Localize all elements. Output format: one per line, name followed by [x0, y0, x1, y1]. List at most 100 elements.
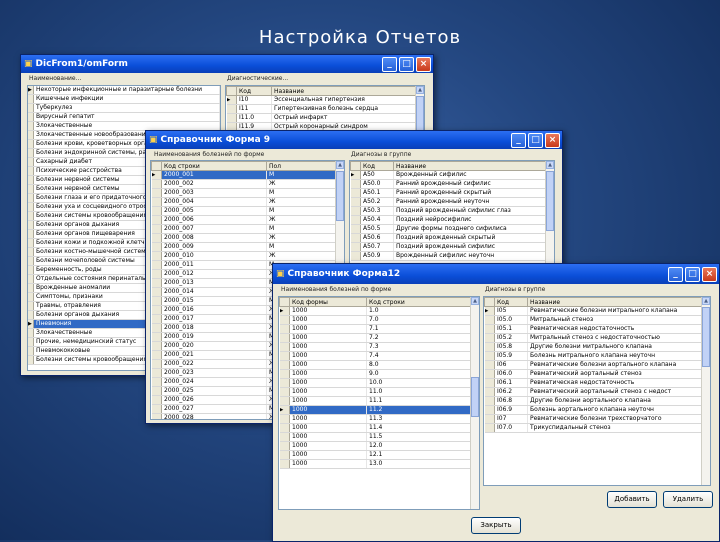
row-indicator[interactable] — [151, 350, 162, 360]
table-row[interactable]: Вирусный гепатит — [28, 112, 220, 122]
table-row[interactable]: A50.5 Другие формы позднего сифилиса — [350, 224, 554, 234]
row-indicator[interactable] — [484, 315, 495, 325]
scroll-up-icon[interactable]: ▲ — [546, 161, 554, 169]
table-row[interactable]: I05.9 Болезнь митрального клапана неуточн — [484, 351, 710, 361]
table-row[interactable]: Туберкулез — [28, 103, 220, 113]
row-indicator[interactable] — [484, 342, 495, 352]
row-indicator[interactable] — [279, 459, 290, 469]
table-row[interactable]: I11 Гипертензивная болезнь сердца — [226, 104, 424, 114]
form12-titlebar[interactable]: ▣ Справочник Форма12 _ □ × — [273, 264, 719, 284]
table-row[interactable]: 2000_006 Ж — [151, 215, 344, 225]
row-indicator[interactable] — [279, 369, 290, 379]
row-indicator[interactable] — [279, 360, 290, 370]
table-row[interactable]: I06.0 Ревматический аортальный стеноз — [484, 369, 710, 379]
row-indicator[interactable]: ▶ — [350, 170, 361, 180]
col-name-header[interactable]: Название — [393, 161, 554, 171]
col-name-header[interactable]: Название — [271, 86, 424, 96]
row-indicator[interactable] — [279, 414, 290, 424]
row-indicator[interactable] — [151, 359, 162, 369]
scroll-thumb[interactable] — [702, 307, 710, 367]
row-indicator[interactable] — [484, 414, 495, 424]
row-indicator[interactable] — [279, 333, 290, 343]
row-indicator[interactable] — [484, 351, 495, 361]
row-indicator[interactable]: ▶ — [279, 405, 290, 415]
close-icon[interactable]: × — [545, 133, 560, 148]
table-row[interactable]: 1000 11.0 — [279, 387, 479, 397]
table-row[interactable]: 1000 7.4 — [279, 351, 479, 361]
row-indicator[interactable] — [350, 188, 361, 198]
row-indicator[interactable] — [151, 314, 162, 324]
table-row[interactable]: A50.1 Ранний врожденный скрытый — [350, 188, 554, 198]
col-form-code-header[interactable]: Код формы — [289, 297, 367, 307]
vertical-scrollbar[interactable]: ▲ — [470, 297, 479, 509]
row-indicator[interactable] — [279, 432, 290, 442]
vertical-scrollbar[interactable]: ▲ — [701, 297, 710, 485]
table-row[interactable]: ▶ 2000_001 М — [151, 170, 344, 180]
row-indicator[interactable] — [350, 197, 361, 207]
left-grid[interactable]: Код формы Код строки ▶ 1000 1.0 1000 7.0 1000… — [278, 296, 480, 510]
row-indicator[interactable] — [279, 441, 290, 451]
table-row[interactable]: I05.8 Другие болезни митрального клапана — [484, 342, 710, 352]
table-row[interactable]: 1000 11.1 — [279, 396, 479, 406]
row-indicator[interactable] — [151, 251, 162, 261]
row-indicator[interactable] — [484, 387, 495, 397]
row-indicator[interactable] — [151, 377, 162, 387]
scroll-thumb[interactable] — [471, 377, 479, 417]
close-button[interactable]: Закрыть — [471, 517, 521, 534]
table-row[interactable]: 1000 7.0 — [279, 315, 479, 325]
row-indicator[interactable] — [151, 296, 162, 306]
row-indicator[interactable] — [484, 324, 495, 334]
maximize-button[interactable]: □ — [399, 57, 414, 72]
row-indicator[interactable] — [350, 179, 361, 189]
col-sex-header[interactable]: Пол — [266, 161, 344, 171]
table-row[interactable]: I06.1 Ревматическая недостаточность — [484, 378, 710, 388]
row-indicator[interactable] — [151, 197, 162, 207]
table-row[interactable]: I07.0 Трикуспидальный стеноз — [484, 423, 710, 433]
row-indicator[interactable] — [350, 251, 361, 261]
table-row[interactable]: 1000 11.4 — [279, 423, 479, 433]
minimize-button[interactable]: _ — [511, 133, 526, 148]
col-name-header[interactable]: Название — [527, 297, 710, 307]
row-indicator[interactable] — [151, 368, 162, 378]
row-indicator[interactable]: ▶ — [279, 306, 290, 316]
right-grid[interactable]: Код Название ▶ I05 Ревматические болезни м… — [483, 296, 711, 486]
row-indicator[interactable] — [151, 188, 162, 198]
row-indicator[interactable] — [151, 215, 162, 225]
table-row[interactable]: I05.1 Ревматическая недостаточность — [484, 324, 710, 334]
table-row[interactable]: 2000_003 М — [151, 188, 344, 198]
table-row[interactable]: 2000_009 М — [151, 242, 344, 252]
table-row[interactable]: I11.0 Острый инфаркт — [226, 113, 424, 123]
row-indicator[interactable] — [279, 315, 290, 325]
row-indicator[interactable] — [350, 215, 361, 225]
row-indicator[interactable] — [484, 369, 495, 379]
row-indicator[interactable] — [151, 287, 162, 297]
maximize-button[interactable]: □ — [685, 267, 700, 282]
scroll-up-icon[interactable]: ▲ — [702, 297, 710, 305]
table-row[interactable]: ▶ Некоторые инфекционные и паразитарные б… — [28, 86, 220, 95]
table-row[interactable]: ▶ 1000 1.0 — [279, 306, 479, 316]
delete-button[interactable]: Удалить — [663, 491, 713, 508]
scroll-thumb[interactable] — [336, 171, 344, 221]
col-row-code-header[interactable]: Код строки — [161, 161, 267, 171]
col-code-header[interactable]: Код — [236, 86, 272, 96]
row-indicator[interactable] — [151, 206, 162, 216]
row-indicator[interactable]: ▶ — [484, 306, 495, 316]
table-row[interactable]: 1000 11.3 — [279, 414, 479, 424]
row-indicator[interactable] — [151, 395, 162, 405]
minimize-button[interactable]: _ — [668, 267, 683, 282]
row-indicator[interactable] — [350, 224, 361, 234]
add-button[interactable]: Добавить — [607, 491, 657, 508]
table-row[interactable]: ▶ I10 Эссенциальная гипертензия — [226, 95, 424, 105]
table-row[interactable]: I06.8 Другие болезни аортального клапана — [484, 396, 710, 406]
row-indicator[interactable] — [484, 405, 495, 415]
row-indicator[interactable] — [279, 324, 290, 334]
table-row[interactable]: 1000 10.0 — [279, 378, 479, 388]
scroll-up-icon[interactable]: ▲ — [336, 161, 344, 169]
row-indicator[interactable] — [151, 332, 162, 342]
row-indicator[interactable] — [151, 179, 162, 189]
table-row[interactable]: I06.9 Болезнь аортального клапана неуточн — [484, 405, 710, 415]
col-code-header[interactable]: Код — [494, 297, 528, 307]
row-indicator[interactable] — [151, 404, 162, 414]
row-indicator[interactable] — [151, 413, 162, 419]
table-row[interactable]: A50.6 Поздний врожденный скрытый — [350, 233, 554, 243]
